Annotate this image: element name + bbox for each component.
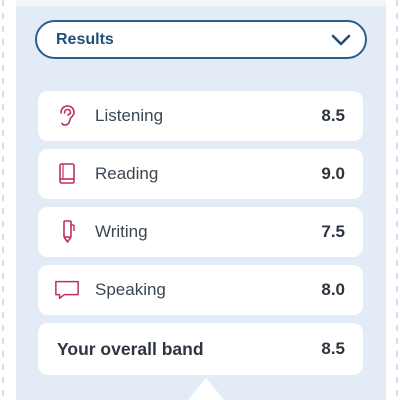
pen-icon	[54, 219, 80, 245]
skill-score: 8.0	[321, 280, 345, 299]
book-icon	[54, 161, 80, 187]
results-dropdown-label: Results	[56, 30, 114, 48]
left-edge-decoration	[2, 0, 4, 400]
overall-band-card: Your overall band 8.5	[38, 323, 363, 375]
skill-card-reading: Reading 9.0	[38, 149, 363, 199]
overall-band-score: 8.5	[321, 339, 345, 358]
skill-score: 9.0	[321, 164, 345, 183]
skill-label: Writing	[95, 222, 148, 241]
overall-band-label: Your overall band	[57, 338, 204, 359]
skill-label: Reading	[95, 164, 159, 183]
skill-card-writing: Writing 7.5	[38, 207, 363, 257]
results-dropdown[interactable]: Results	[35, 20, 367, 59]
skill-label: Speaking	[95, 280, 166, 299]
skill-score: 8.5	[321, 106, 345, 125]
results-panel: Results Listening 8.5 Reading 9.0 Writin…	[16, 0, 386, 400]
skill-card-speaking: Speaking 8.0	[38, 265, 363, 315]
chevron-down-icon	[331, 34, 351, 46]
skill-card-listening: Listening 8.5	[38, 91, 363, 141]
skill-score: 7.5	[321, 222, 345, 241]
skill-label: Listening	[95, 106, 164, 125]
panel-top-divider	[16, 0, 386, 6]
ear-icon	[54, 103, 80, 129]
right-edge-decoration	[396, 0, 398, 400]
tooltip-pointer	[188, 378, 224, 400]
speech-bubble-icon	[54, 277, 80, 303]
